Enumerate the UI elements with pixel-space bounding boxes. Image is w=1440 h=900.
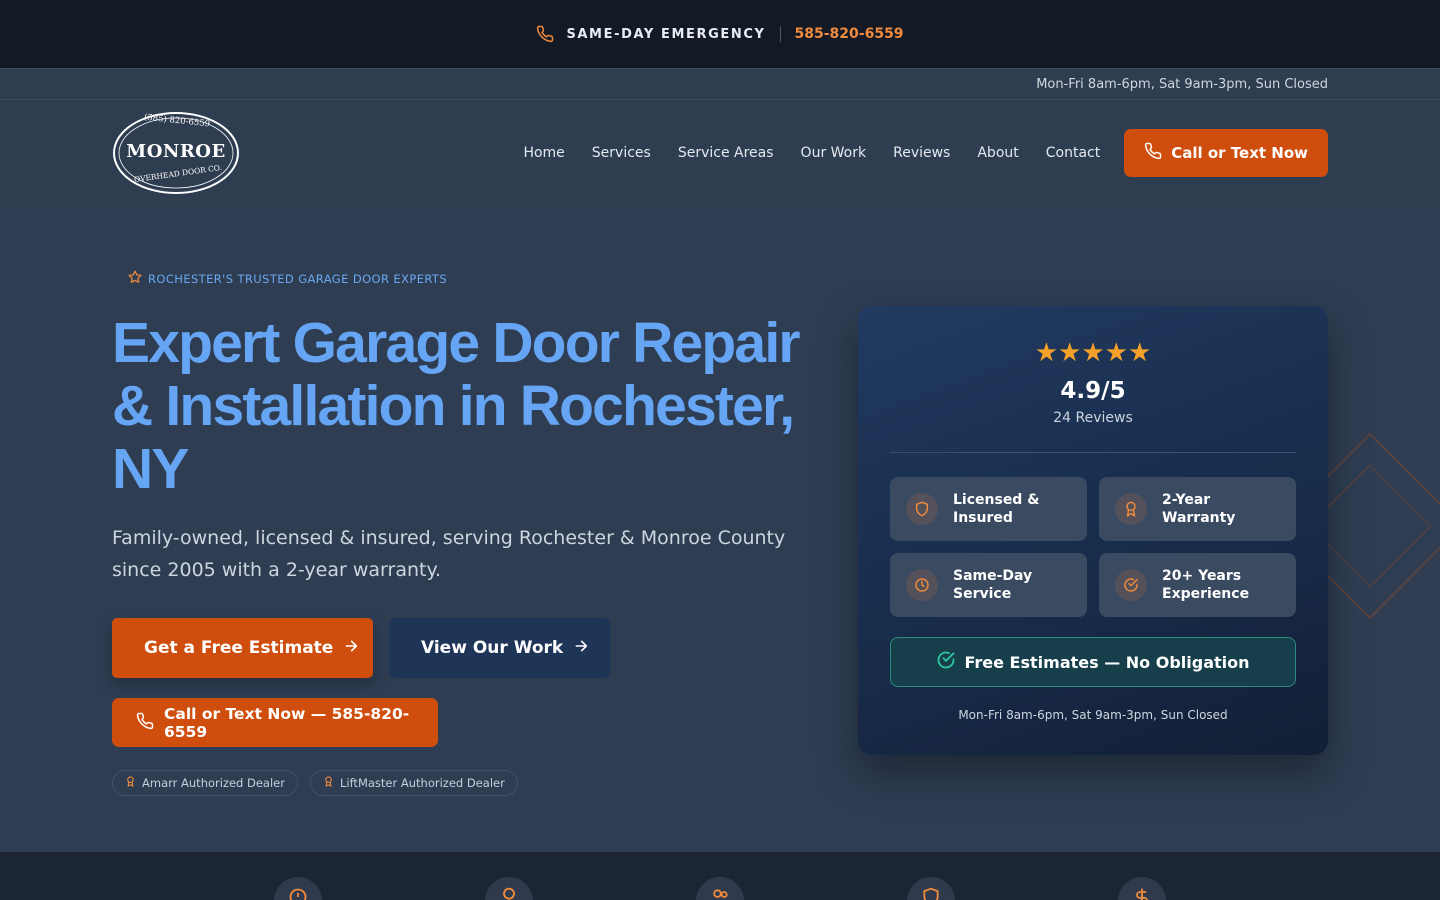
logo-name: MONROE bbox=[126, 141, 226, 162]
feature-label: 2-Year Warranty bbox=[1162, 492, 1236, 526]
arrow-right-icon bbox=[573, 638, 589, 659]
dealer-badge-amarr: Amarr Authorized Dealer bbox=[112, 770, 298, 796]
dealer-label: LiftMaster Authorized Dealer bbox=[339, 776, 505, 790]
feature-experience: 20+ Years Experience bbox=[1099, 553, 1296, 617]
hero-section: ROCHESTER'S TRUSTED GARAGE DOOR EXPERTS … bbox=[0, 206, 1440, 852]
business-hours: Mon-Fri 8am-6pm, Sat 9am-3pm, Sun Closed bbox=[1036, 76, 1328, 92]
free-estimate-label: Get a Free Estimate bbox=[144, 638, 334, 658]
star-icon bbox=[128, 270, 142, 287]
emergency-bar: SAME-DAY EMERGENCY 585-820-6559 bbox=[0, 0, 1440, 68]
logo[interactable]: (585) 820-6559 MONROE OVERHEAD DOOR CO. bbox=[112, 111, 240, 195]
view-our-work-button[interactable]: View Our Work bbox=[389, 618, 610, 678]
check-circle-icon bbox=[1115, 569, 1147, 601]
feature-label: 20+ Years Experience bbox=[1162, 568, 1250, 602]
phone-icon bbox=[536, 25, 554, 43]
rating-score: 4.9/5 bbox=[1060, 378, 1126, 404]
hero-eyebrow: ROCHESTER'S TRUSTED GARAGE DOOR EXPERTS bbox=[128, 270, 447, 287]
hours-bar: Mon-Fri 8am-6pm, Sat 9am-3pm, Sun Closed bbox=[0, 68, 1440, 100]
feature-label: Same-Day Service bbox=[953, 568, 1033, 602]
hero-headline: Expert Garage Door Repair & Installation… bbox=[112, 311, 801, 501]
nav-reviews[interactable]: Reviews bbox=[893, 145, 950, 161]
clock-icon bbox=[906, 569, 938, 601]
nav-our-work[interactable]: Our Work bbox=[801, 145, 867, 161]
phone-icon bbox=[1144, 142, 1162, 164]
dealer-badge-liftmaster: LiftMaster Authorized Dealer bbox=[309, 770, 518, 796]
nav-contact[interactable]: Contact bbox=[1046, 145, 1100, 161]
nav-service-areas[interactable]: Service Areas bbox=[678, 145, 774, 161]
card-divider bbox=[890, 452, 1296, 453]
feature-licensed-insured: Licensed & Insured bbox=[890, 477, 1087, 541]
nav-links: Home Services Service Areas Our Work Rev… bbox=[523, 145, 1100, 161]
call-or-text-phone-label: Call or Text Now — 585-820-6559 bbox=[164, 704, 410, 741]
call-or-text-label: Call or Text Now bbox=[1171, 144, 1308, 162]
review-count: 24 Reviews bbox=[1053, 410, 1133, 426]
view-our-work-label: View Our Work bbox=[421, 638, 564, 658]
phone-icon bbox=[136, 712, 154, 734]
emergency-phone-link[interactable]: 585-820-6559 bbox=[795, 26, 904, 42]
hero-lead: Family-owned, licensed & insured, servin… bbox=[112, 527, 786, 581]
rating-stars: ★★★★★ bbox=[1034, 338, 1152, 368]
dealer-label: Amarr Authorized Dealer bbox=[142, 776, 285, 790]
eyebrow-text: ROCHESTER'S TRUSTED GARAGE DOOR EXPERTS bbox=[148, 271, 448, 286]
feature-same-day: Same-Day Service bbox=[890, 553, 1087, 617]
trust-card: ★★★★★ 4.9/5 24 Reviews Licensed & Insure… bbox=[858, 306, 1328, 755]
free-estimate-text: Free Estimates — No Obligation bbox=[964, 652, 1250, 672]
feature-warranty: 2-Year Warranty bbox=[1099, 477, 1296, 541]
award-icon bbox=[125, 776, 136, 790]
free-estimate-banner: Free Estimates — No Obligation bbox=[890, 637, 1296, 687]
arrow-right-icon bbox=[343, 638, 359, 659]
main-navbar: (585) 820-6559 MONROE OVERHEAD DOOR CO. … bbox=[0, 100, 1440, 206]
call-or-text-button[interactable]: Call or Text Now bbox=[1124, 129, 1328, 177]
emergency-label: SAME-DAY EMERGENCY bbox=[566, 26, 766, 42]
award-icon bbox=[1115, 493, 1147, 525]
award-icon bbox=[323, 776, 334, 790]
dealer-badges: Amarr Authorized Dealer LiftMaster Autho… bbox=[112, 770, 518, 796]
shield-icon bbox=[906, 493, 938, 525]
free-estimate-button[interactable]: Get a Free Estimate bbox=[112, 618, 373, 678]
feature-label: Licensed & Insured bbox=[953, 492, 1040, 526]
divider bbox=[779, 26, 781, 42]
nav-about[interactable]: About bbox=[977, 145, 1018, 161]
nav-home[interactable]: Home bbox=[523, 145, 564, 161]
card-hours: Mon-Fri 8am-6pm, Sat 9am-3pm, Sun Closed bbox=[958, 708, 1228, 722]
check-circle-icon bbox=[936, 650, 956, 674]
nav-services[interactable]: Services bbox=[592, 145, 651, 161]
call-or-text-phone-button[interactable]: Call or Text Now — 585-820-6559 bbox=[112, 698, 438, 747]
